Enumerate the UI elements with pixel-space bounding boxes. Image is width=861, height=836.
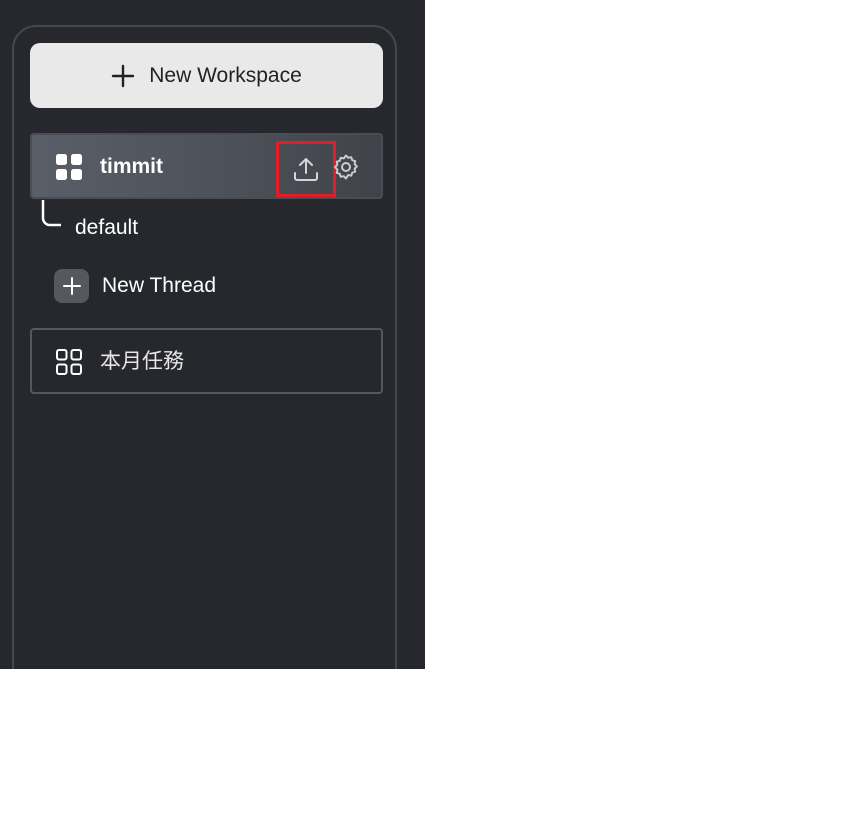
new-thread-label: New Thread — [102, 274, 217, 297]
workspace-name: timmit — [100, 155, 163, 178]
upload-icon — [294, 158, 318, 181]
thread-item-default[interactable]: default — [75, 215, 138, 241]
workspace-item-monthly-tasks[interactable]: 本月任務 — [30, 328, 383, 394]
grid-icon — [56, 349, 82, 375]
new-thread-plus-box — [54, 269, 89, 303]
grid-icon — [56, 154, 82, 180]
workspace-item-timmit[interactable]: timmit — [30, 133, 383, 199]
thread-connector-line — [41, 200, 61, 227]
plus-icon — [112, 64, 135, 87]
workspace-name: 本月任務 — [100, 350, 184, 373]
app-panel: New Workspace timmit default New Thread … — [0, 0, 425, 669]
new-workspace-label: New Workspace — [149, 63, 302, 87]
upload-button[interactable] — [276, 141, 336, 197]
new-workspace-button[interactable]: New Workspace — [30, 43, 383, 108]
new-thread-button[interactable]: New Thread — [54, 269, 216, 303]
plus-icon — [62, 277, 81, 295]
gear-icon[interactable] — [332, 153, 360, 181]
